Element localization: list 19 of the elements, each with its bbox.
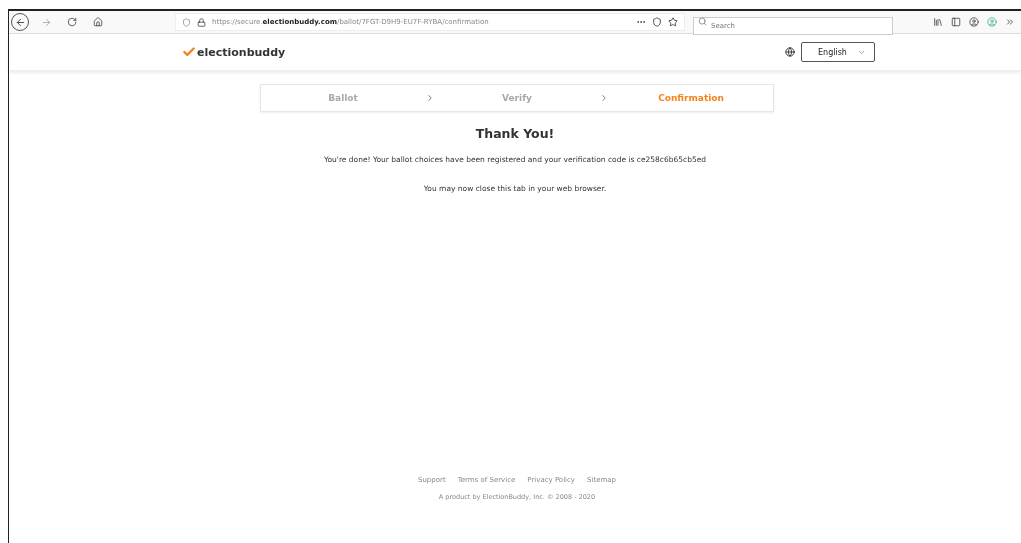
chevron-icon [599, 93, 609, 103]
shield-icon [182, 17, 191, 27]
star-icon[interactable] [668, 17, 678, 27]
back-icon [14, 16, 26, 28]
page-title: Thank You! [475, 126, 555, 141]
step-label: Ballot [327, 93, 359, 103]
account-icon[interactable] [969, 17, 979, 27]
reload-icon[interactable] [67, 17, 77, 27]
step-label: Verify [501, 93, 533, 103]
step-label: Confirmation [657, 93, 725, 103]
language-select[interactable]: English [801, 42, 875, 62]
globe-icon [785, 47, 795, 57]
home-icon[interactable] [93, 17, 103, 27]
logo[interactable]: electionbuddy [182, 45, 286, 59]
lock-icon [197, 17, 206, 27]
library-icon[interactable] [933, 17, 943, 27]
sidebar-icon[interactable] [951, 17, 961, 27]
overflow-icon[interactable] [1005, 17, 1015, 27]
chevron-icon [425, 93, 435, 103]
